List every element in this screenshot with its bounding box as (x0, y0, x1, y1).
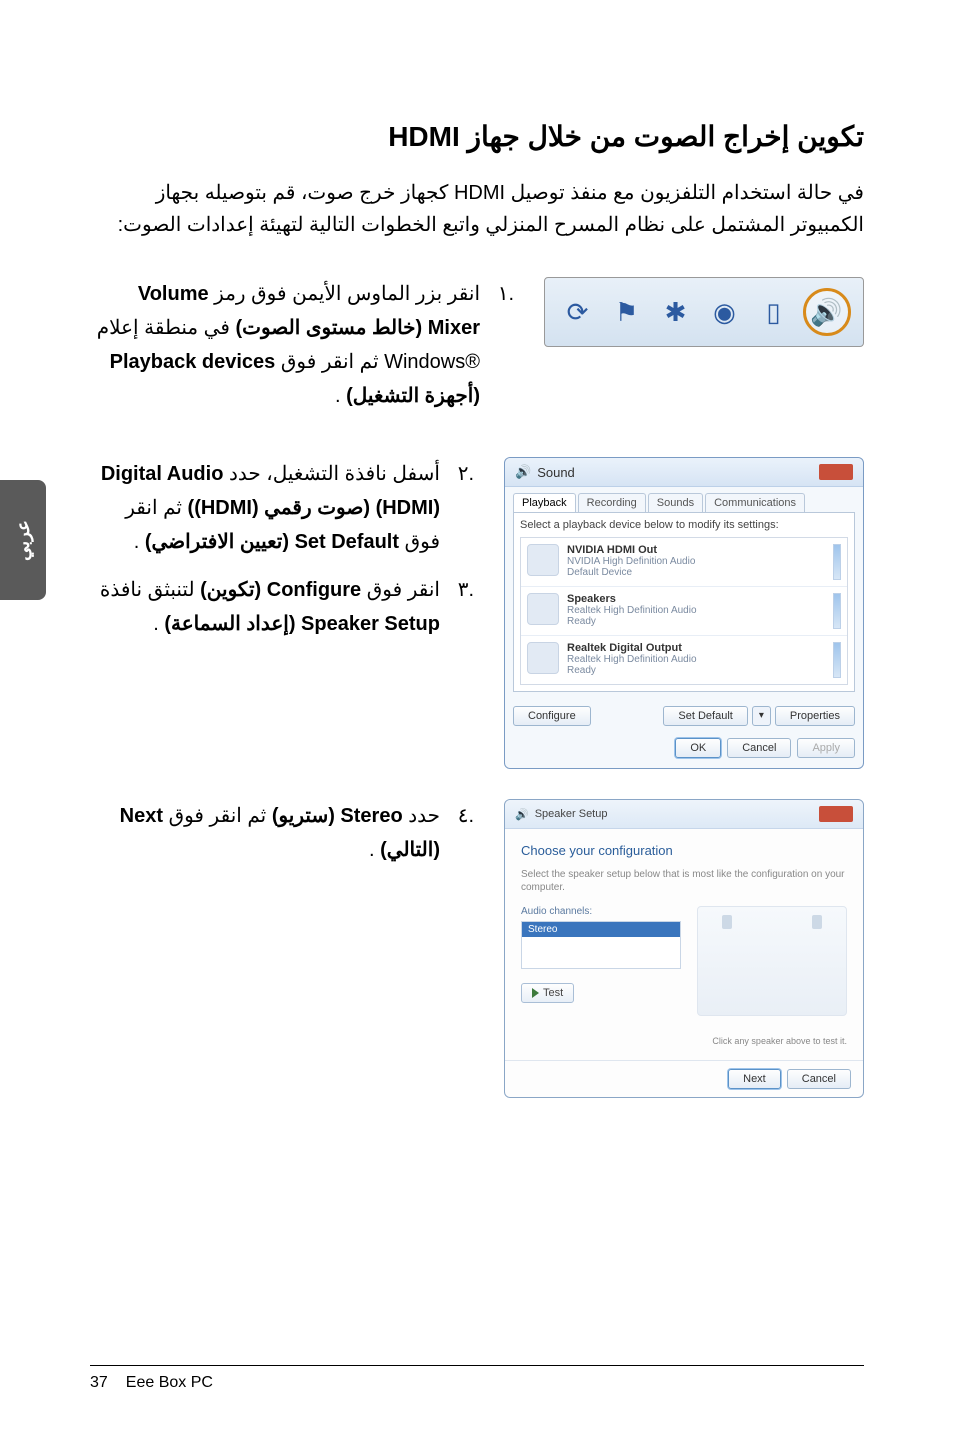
step-2: .٢ أسفل نافذة التشغيل، حدد Digital Audio… (90, 457, 474, 559)
network-icon: ◉ (705, 292, 745, 332)
step-4-text: حدد Stereo (ستريو) ثم انقر فوق Next (الت… (90, 799, 440, 867)
battery-icon: ▯ (754, 292, 794, 332)
speaker-setup-title: Speaker Setup (535, 808, 608, 820)
tab-sounds[interactable]: Sounds (648, 493, 703, 512)
tab-recording[interactable]: Recording (578, 493, 646, 512)
section-intro: في حالة استخدام التلفزيون مع منفذ توصيل … (90, 177, 864, 241)
section-title: تكوين إخراج الصوت من خلال جهاز HDMI (90, 120, 864, 153)
playback-device-list[interactable]: NVIDIA HDMI Out NVIDIA High Definition A… (520, 537, 848, 685)
properties-button[interactable]: Properties (775, 706, 855, 726)
speaker-setup-icon: 🔊 (515, 808, 529, 821)
test-button[interactable]: Test (521, 983, 574, 1003)
cancel-button[interactable]: Cancel (727, 738, 791, 758)
speaker-icon (527, 593, 559, 625)
device-realtek-digital[interactable]: Realtek Digital Output Realtek High Defi… (521, 636, 847, 684)
sound-dialog-title: Sound (537, 465, 575, 480)
flag-icon: ⚑ (607, 292, 647, 332)
tab-playback[interactable]: Playback (513, 493, 576, 512)
spdif-icon (527, 642, 559, 674)
step-2-text: أسفل نافذة التشغيل، حدد Digital Audio (H… (90, 457, 440, 559)
step-4: .٤ حدد Stereo (ستريو) ثم انقر فوق Next (… (90, 799, 474, 867)
monitor-icon (527, 544, 559, 576)
next-button[interactable]: Next (728, 1069, 781, 1089)
set-default-button[interactable]: Set Default (663, 706, 747, 726)
step-3-number: .٣ (452, 573, 474, 641)
update-icon: ⟳ (558, 292, 598, 332)
product-name: Eee Box PC (126, 1374, 213, 1392)
level-meter (833, 544, 841, 580)
speaker-setup-titlebar: 🔊 Speaker Setup (505, 800, 863, 829)
step-1: .١ انقر بزر الماوس الأيمن فوق رمز Volume… (90, 277, 514, 413)
close-icon[interactable] (819, 464, 853, 480)
close-icon[interactable] (819, 806, 853, 822)
level-meter (833, 642, 841, 678)
sound-dialog-icon: 🔊 (515, 464, 531, 480)
level-meter (833, 593, 841, 629)
step-3: .٣ انقر فوق Configure (تكوين) لتنبثق ناف… (90, 573, 474, 641)
audio-channels-label: Audio channels: (521, 906, 681, 917)
speaker-setup-dialog: 🔊 Speaker Setup Choose your configuratio… (504, 799, 864, 1098)
cancel-button-2[interactable]: Cancel (787, 1069, 851, 1089)
speaker-setup-desc: Select the speaker setup below that is m… (521, 868, 847, 894)
playback-hint: Select a playback device below to modify… (520, 519, 848, 531)
speaker-click-hint: Click any speaker above to test it. (521, 1036, 847, 1046)
sound-dialog: 🔊 Sound Playback Recording Sounds Commun… (504, 457, 864, 769)
audio-channels-listbox[interactable]: Stereo (521, 921, 681, 969)
bluetooth-icon: ✱ (656, 292, 696, 332)
page-footer: 37 Eee Box PC (90, 1365, 864, 1392)
set-default-caret[interactable]: ▾ (752, 706, 771, 726)
tab-communications[interactable]: Communications (705, 493, 805, 512)
configure-button[interactable]: Configure (513, 706, 591, 726)
apply-button[interactable]: Apply (797, 738, 855, 758)
system-tray-image: ⟳ ⚑ ✱ ◉ ▯ 🔊 (544, 277, 864, 347)
step-4-number: .٤ (452, 799, 474, 867)
ok-button[interactable]: OK (675, 738, 721, 758)
audio-channels-item-stereo[interactable]: Stereo (522, 922, 680, 937)
play-icon (532, 988, 539, 998)
device-nvidia-hdmi[interactable]: NVIDIA HDMI Out NVIDIA High Definition A… (521, 538, 847, 587)
step-3-text: انقر فوق Configure (تكوين) لتنبثق نافذة … (90, 573, 440, 641)
step-1-number: .١ (492, 277, 514, 413)
device-speakers[interactable]: Speakers Realtek High Definition Audio R… (521, 587, 847, 636)
sound-dialog-titlebar: 🔊 Sound (505, 458, 863, 487)
step-2-number: .٢ (452, 457, 474, 559)
volume-mixer-icon[interactable]: 🔊 (803, 288, 851, 336)
speaker-layout-preview[interactable] (697, 906, 847, 1016)
step-1-text: انقر بزر الماوس الأيمن فوق رمز Volume Mi… (90, 277, 480, 413)
page-number: 37 (90, 1374, 108, 1392)
speaker-setup-heading: Choose your configuration (521, 843, 847, 858)
